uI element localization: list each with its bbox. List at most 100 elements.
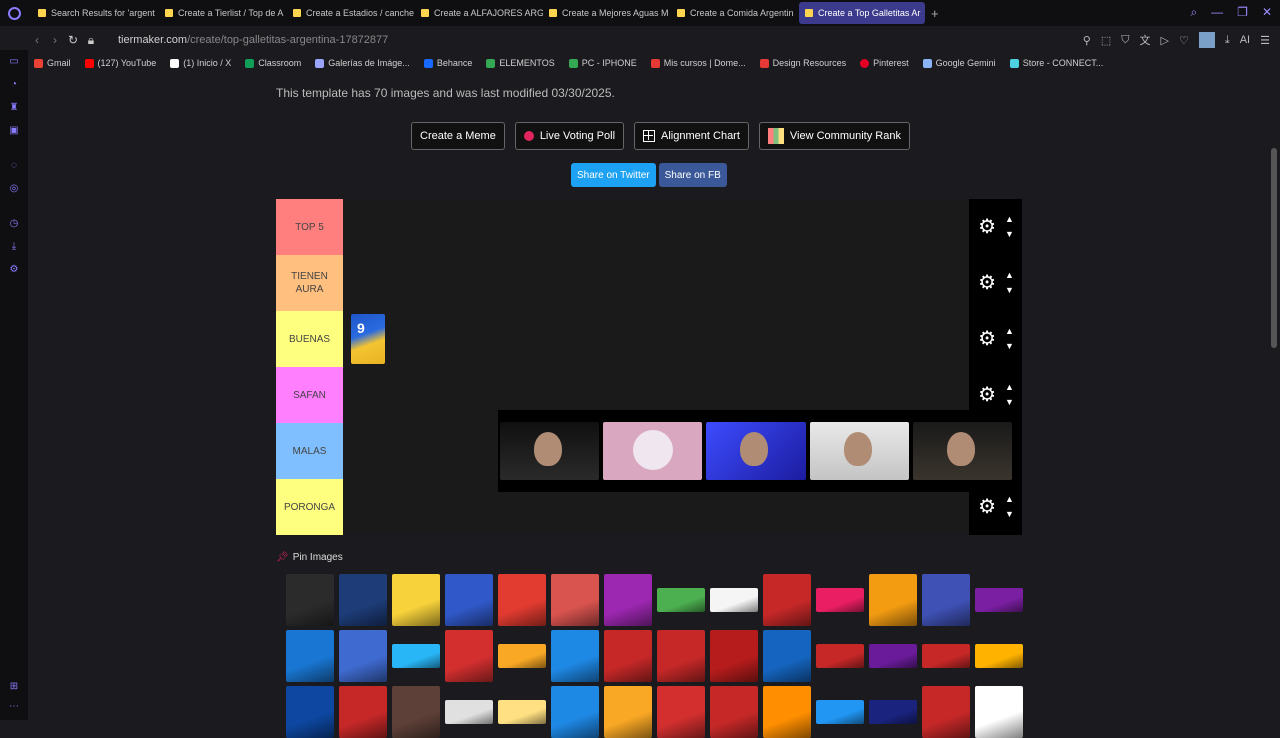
downloads-icon[interactable]: ⤓ <box>0 235 28 258</box>
cookie-package-image[interactable] <box>551 686 599 738</box>
bookmark-pc-iphone[interactable]: PC - IPHONE <box>568 58 637 68</box>
cookie-package-image[interactable] <box>392 644 440 668</box>
scrollbar-thumb[interactable] <box>1271 148 1277 348</box>
community-rank-button[interactable]: View Community Rank <box>758 122 910 150</box>
shield-icon[interactable]: ⛉ <box>1121 34 1129 47</box>
cookie-package-image[interactable] <box>816 700 864 724</box>
bookmark-elementos[interactable]: ELEMENTOS <box>486 58 555 68</box>
crypto-wallet-icon[interactable]: ♜ <box>0 96 28 119</box>
cookie-package-image[interactable] <box>445 630 493 682</box>
tier-label[interactable]: BUENAS <box>276 311 343 367</box>
page-scrollbar[interactable] <box>1268 74 1280 720</box>
url-field[interactable]: tiermaker.com/create/top-galletitas-arge… <box>118 34 388 46</box>
bookmark-store-connect[interactable]: Store - CONNECT... <box>1009 58 1103 68</box>
gear-icon[interactable]: ⚙ <box>977 385 997 405</box>
chevron-down-icon[interactable]: ▼ <box>1005 510 1014 519</box>
cookie-package-image[interactable] <box>763 686 811 738</box>
more-icon[interactable]: ⋯ <box>0 695 28 718</box>
gear-icon[interactable]: ⚙ <box>977 497 997 517</box>
bookmark-gmail[interactable]: Gmail <box>34 58 71 68</box>
forward-icon[interactable]: › <box>46 33 64 47</box>
settings-icon[interactable]: ⚙ <box>0 258 28 281</box>
bookmark-galerias[interactable]: Galerías de Imáge... <box>315 58 410 68</box>
tier-label[interactable]: MALAS <box>276 423 343 479</box>
cookie-package-image[interactable] <box>710 588 758 612</box>
tier-label[interactable]: TOP 5 <box>276 199 343 255</box>
alignment-chart-button[interactable]: Alignment Chart <box>634 122 749 150</box>
bookmark-classroom[interactable]: Classroom <box>245 58 301 68</box>
cookie-package-image[interactable] <box>816 588 864 612</box>
gear-icon[interactable]: ⚙ <box>977 273 997 293</box>
create-meme-button[interactable]: Create a Meme <box>411 122 505 150</box>
chevron-down-icon[interactable]: ▼ <box>1005 398 1014 407</box>
tab-aguas[interactable]: Create a Mejores Aguas M <box>543 2 671 24</box>
tier-drop-zone[interactable] <box>343 255 969 310</box>
bookmark-pinterest[interactable]: Pinterest <box>860 58 909 68</box>
profile-avatar[interactable] <box>1198 32 1215 48</box>
tab-search-results[interactable]: Search Results for 'argent <box>32 2 159 24</box>
chevron-down-icon[interactable]: ▼ <box>1005 286 1014 295</box>
chevron-up-icon[interactable]: ▲ <box>1005 495 1014 504</box>
gear-icon[interactable]: ⚙ <box>977 329 997 349</box>
cookie-package-image[interactable] <box>392 574 440 626</box>
cookie-package-image[interactable] <box>763 630 811 682</box>
cookie-package-image[interactable] <box>339 686 387 738</box>
whatsapp-icon[interactable]: ◎ <box>0 177 28 200</box>
new-tab-icon[interactable]: + <box>925 6 945 21</box>
history-icon[interactable]: ◷ <box>0 212 28 235</box>
minimize-icon[interactable]: — <box>1211 5 1223 20</box>
translate-icon[interactable]: 文 <box>1140 32 1151 48</box>
tier-drop-zone[interactable] <box>343 311 969 366</box>
chevron-up-icon[interactable]: ▲ <box>1005 271 1014 280</box>
tier-label[interactable]: TIENEN AURA <box>276 255 343 311</box>
workspace-icon[interactable]: ▣ <box>0 119 28 142</box>
tab-alfajores[interactable]: Create a ALFAJORES ARG <box>415 2 543 24</box>
cookie-package-image[interactable] <box>339 574 387 626</box>
cookie-package-image[interactable] <box>975 644 1023 668</box>
bookmark-behance[interactable]: Behance <box>423 58 472 68</box>
gear-icon[interactable]: ⚙ <box>977 217 997 237</box>
cookie-package-image[interactable] <box>604 574 652 626</box>
cookie-package-image[interactable] <box>286 574 334 626</box>
home-icon[interactable]: ▭ <box>0 50 28 73</box>
cookie-package-image[interactable] <box>869 644 917 668</box>
messenger-icon[interactable]: ◌ <box>0 154 28 177</box>
tier-label[interactable]: SAFAN <box>276 367 343 423</box>
cookie-package-image[interactable] <box>816 644 864 668</box>
tab-tierlist-top[interactable]: Create a Tierlist / Top de A <box>159 2 287 24</box>
bookmark-youtube[interactable]: (127) YouTube <box>84 58 156 68</box>
bookmark-mis-cursos[interactable]: Mis cursos | Dome... <box>650 58 746 68</box>
cookie-package-image[interactable] <box>604 686 652 738</box>
opera-logo-icon[interactable] <box>0 0 28 26</box>
pin-images-toggle[interactable]: 📌︎ Pin Images <box>276 552 343 563</box>
cookie-package-image[interactable] <box>604 630 652 682</box>
tier-drop-zone[interactable] <box>343 199 969 254</box>
cookie-package-image[interactable] <box>498 574 546 626</box>
play-icon[interactable]: ▷ <box>1161 34 1169 47</box>
share-twitter-button[interactable]: Share on Twitter <box>571 163 656 187</box>
cookie-package-image[interactable] <box>657 630 705 682</box>
cookie-package-image[interactable] <box>763 574 811 626</box>
cookie-package-image[interactable] <box>710 686 758 738</box>
tab-comida[interactable]: Create a Comida Argentin <box>671 2 799 24</box>
heart-icon[interactable]: ♡ <box>1179 34 1189 47</box>
cookie-package-image[interactable] <box>657 588 705 612</box>
bookmark-x[interactable]: (1) Inicio / X <box>170 58 231 68</box>
cookie-package-image[interactable] <box>922 644 970 668</box>
ai-icon[interactable]: AI <box>1240 34 1250 46</box>
cookie-package-image[interactable] <box>922 574 970 626</box>
chevron-up-icon[interactable]: ▲ <box>1005 327 1014 336</box>
cookie-package-image[interactable] <box>551 574 599 626</box>
chevron-up-icon[interactable]: ▲ <box>1005 383 1014 392</box>
download-icon[interactable]: ⤓ <box>1225 34 1230 47</box>
cookie-package-image[interactable] <box>975 686 1023 738</box>
cookie-package-image[interactable] <box>392 686 440 738</box>
bookmark-pin-icon[interactable]: ⚲ <box>1083 34 1091 47</box>
restore-icon[interactable]: ❐ <box>1237 5 1248 20</box>
snapshot-icon[interactable]: ⬚ <box>1101 34 1111 47</box>
reload-icon[interactable]: ↻ <box>64 33 82 47</box>
cookie-package-image[interactable] <box>286 630 334 682</box>
bookmark-gemini[interactable]: Google Gemini <box>922 58 996 68</box>
cookie-package-image[interactable] <box>339 630 387 682</box>
share-fb-button[interactable]: Share on FB <box>658 163 727 187</box>
